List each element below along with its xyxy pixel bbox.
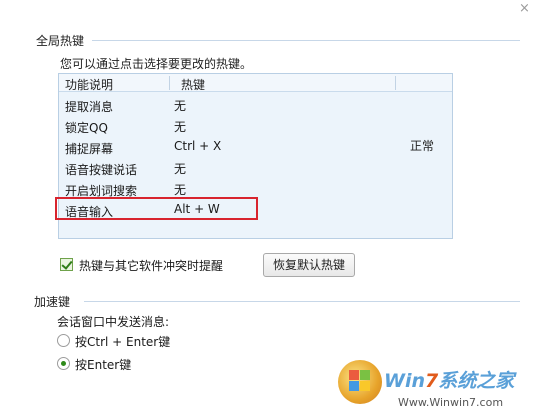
ctrl-enter-radio[interactable]	[57, 334, 70, 347]
watermark: Win7系统之家 Www.Winwin7.com	[338, 360, 535, 417]
table-row[interactable]: 开启划词搜索 无	[59, 178, 452, 199]
table-row[interactable]: 锁定QQ 无	[59, 115, 452, 136]
column-separator[interactable]	[395, 76, 396, 90]
function-cell: 提取消息	[65, 100, 114, 114]
table-row[interactable]: 捕捉屏幕 Ctrl + X	[59, 136, 452, 157]
watermark-title: Win7系统之家	[384, 370, 515, 392]
hotkey-cell: 无	[174, 162, 187, 176]
hint-text: 您可以通过点击选择要更改的热键。	[60, 57, 253, 71]
function-cell: 锁定QQ	[65, 121, 108, 135]
section-divider	[92, 40, 520, 41]
status-text: 正常	[410, 139, 435, 153]
restore-default-hotkeys-button[interactable]: 恢复默认热键	[263, 253, 355, 277]
send-message-label: 会话窗口中发送消息:	[57, 315, 170, 329]
enter-radio[interactable]	[57, 357, 70, 370]
function-cell: 捕捉屏幕	[65, 142, 114, 156]
windows-logo-icon	[338, 360, 382, 404]
ctrl-enter-label[interactable]: 按Ctrl + Enter键	[75, 333, 170, 350]
column-separator[interactable]	[169, 76, 170, 90]
conflict-reminder-checkbox[interactable]	[60, 258, 73, 271]
watermark-url: Www.Winwin7.com	[398, 396, 504, 409]
hotkey-cell: 无	[174, 183, 187, 197]
conflict-reminder-label[interactable]: 热键与其它软件冲突时提醒	[79, 257, 223, 274]
table-row[interactable]: 语音按键说话 无	[59, 157, 452, 178]
section-divider	[84, 301, 520, 302]
column-header-hotkey[interactable]: 热键	[181, 76, 205, 93]
function-cell: 语音按键说话	[65, 163, 138, 177]
table-header: 功能说明 热键	[59, 74, 452, 92]
column-header-function[interactable]: 功能说明	[65, 76, 113, 93]
enter-label[interactable]: 按Enter键	[75, 356, 131, 373]
table-row[interactable]: 提取消息 无	[59, 94, 452, 115]
hotkey-cell: 无	[174, 120, 187, 134]
accelerator-title: 加速键	[34, 295, 71, 309]
highlight-box	[55, 197, 258, 220]
hotkey-cell: 无	[174, 99, 187, 113]
hotkey-cell: Ctrl + X	[174, 139, 222, 153]
close-icon[interactable]: ×	[519, 1, 530, 16]
global-hotkeys-title: 全局热键	[36, 34, 85, 48]
